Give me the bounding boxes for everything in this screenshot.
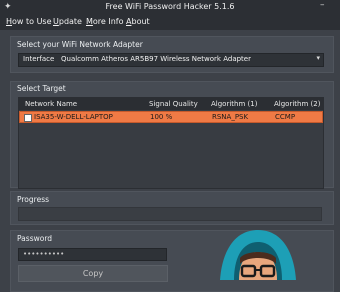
menu-how-to-use[interactable]: How to Use <box>6 17 52 26</box>
password-field[interactable]: •••••••••• <box>18 248 167 261</box>
networks-table: Network Name Signal Quality Algorithm (1… <box>18 97 324 189</box>
cell-algorithm-2: CCMP <box>275 113 296 121</box>
copy-button[interactable]: Copy <box>18 265 168 282</box>
cell-network-name: ISA35-W-DELL-LAPTOP <box>34 113 113 121</box>
interface-label: Interface <box>23 55 55 63</box>
menu-more-info[interactable]: More Info <box>86 17 124 26</box>
col-signal-quality[interactable]: Signal Quality <box>149 100 198 108</box>
menu-bar: How to Use Update More Info About <box>0 14 340 30</box>
minimize-icon[interactable]: – <box>320 0 325 10</box>
col-network-name[interactable]: Network Name <box>25 100 77 108</box>
row-checkbox[interactable] <box>24 114 32 122</box>
menu-about[interactable]: About <box>126 17 150 26</box>
table-row[interactable]: ISA35-W-DELL-LAPTOP 100 % RSNA_PSK CCMP <box>19 111 323 123</box>
interface-value: Qualcomm Atheros AR5B97 Wireless Network… <box>61 55 251 63</box>
progress-section-label: Progress <box>17 195 50 204</box>
hacker-mascot-icon <box>220 230 296 280</box>
col-algorithm-2[interactable]: Algorithm (2) <box>274 100 320 108</box>
chevron-down-icon[interactable]: ▾ <box>316 54 320 62</box>
menu-update[interactable]: Update <box>53 17 82 26</box>
cell-signal-quality: 100 % <box>150 113 173 121</box>
target-section-label: Select Target <box>17 84 66 93</box>
col-algorithm-1[interactable]: Algorithm (1) <box>211 100 257 108</box>
title-bar: ✦ Free WiFi Password Hacker 5.1.6 – <box>0 0 340 14</box>
password-masked-value: •••••••••• <box>23 250 65 258</box>
password-section-label: Password <box>17 234 53 243</box>
progress-bar <box>18 207 322 221</box>
adapter-section-label: Select your WiFi Network Adapter <box>17 40 143 49</box>
window-title: Free WiFi Password Hacker 5.1.6 <box>105 2 235 11</box>
cell-algorithm-1: RSNA_PSK <box>212 113 249 121</box>
interface-dropdown[interactable]: Interface Qualcomm Atheros AR5B97 Wirele… <box>18 53 324 67</box>
table-header: Network Name Signal Quality Algorithm (1… <box>19 98 323 110</box>
